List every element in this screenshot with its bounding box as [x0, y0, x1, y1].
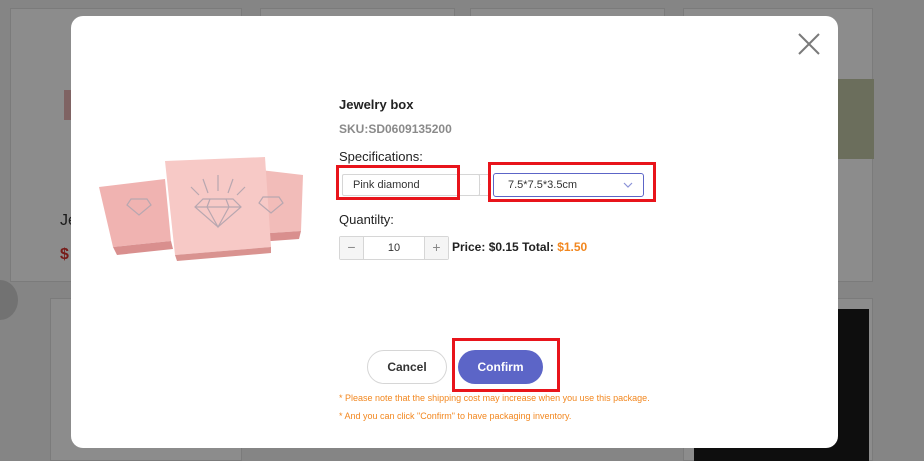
chevron-down-icon: [623, 182, 633, 188]
specifications-label: Specifications:: [339, 149, 423, 164]
increment-button[interactable]: +: [424, 237, 448, 259]
spec-size-select[interactable]: 7.5*7.5*3.5cm: [493, 173, 644, 197]
total-label: Total:: [522, 240, 554, 254]
total-value: $1.50: [557, 240, 588, 254]
spec-size-value: 7.5*7.5*3.5cm: [508, 179, 578, 191]
package-notes: * Please note that the shipping cost may…: [339, 389, 650, 425]
quantity-input[interactable]: [364, 237, 424, 259]
price-summary: Price: $0.15 Total: $1.50: [452, 240, 587, 254]
confirm-button[interactable]: Confirm: [458, 350, 543, 384]
inventory-note: * And you can click "Confirm" to have pa…: [339, 411, 572, 421]
cancel-button[interactable]: Cancel: [367, 350, 447, 384]
product-title: Jewelry box: [339, 97, 414, 112]
add-packaging-modal: Jewelry box SKU:SD0609135200 Specificati…: [71, 16, 838, 448]
quantity-label: Quantilty:: [339, 212, 394, 227]
product-sku: SKU:SD0609135200: [339, 122, 452, 136]
decrement-button[interactable]: −: [340, 237, 364, 259]
spec-primary-select[interactable]: Pink diamond: [342, 174, 480, 196]
close-icon[interactable]: [797, 32, 821, 56]
quantity-stepper: − +: [339, 236, 449, 260]
product-image: [99, 157, 303, 261]
price-value: $0.15: [488, 240, 519, 254]
shipping-note: * Please note that the shipping cost may…: [339, 393, 650, 403]
price-label: Price:: [452, 240, 486, 254]
spec-primary-value: Pink diamond: [353, 179, 420, 191]
